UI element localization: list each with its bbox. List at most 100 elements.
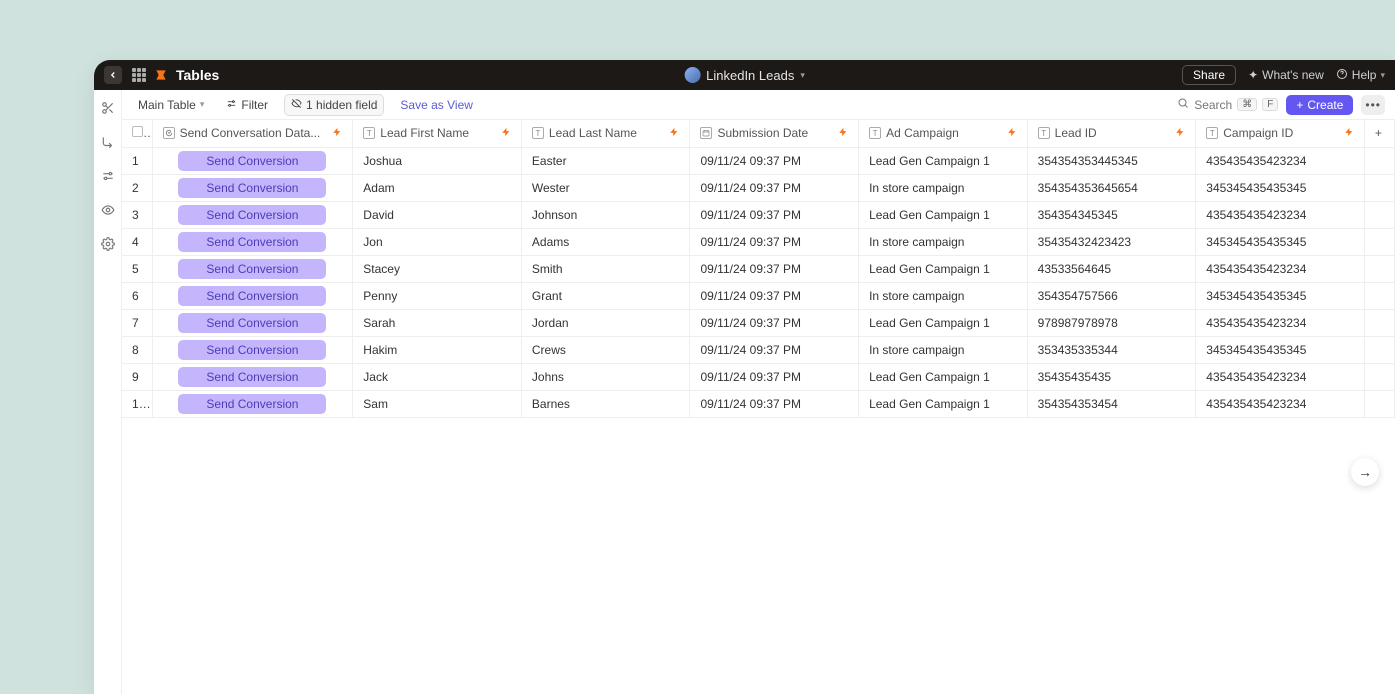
sidebar-arrow-icon[interactable] <box>100 134 116 150</box>
send-conversion-pill[interactable]: Send Conversion <box>178 178 326 198</box>
send-conversion-pill[interactable]: Send Conversion <box>178 205 326 225</box>
campaignid-cell[interactable]: 435435435423234 <box>1196 363 1365 390</box>
column-header[interactable]: Submission Date <box>690 120 859 147</box>
leadid-cell[interactable]: 353435335344 <box>1027 336 1196 363</box>
campaign-cell[interactable]: Lead Gen Campaign 1 <box>859 201 1028 228</box>
date-cell[interactable]: 09/11/24 09:37 PM <box>690 255 859 282</box>
last-name-cell[interactable]: Wester <box>521 174 690 201</box>
date-cell[interactable]: 09/11/24 09:37 PM <box>690 336 859 363</box>
search-box[interactable]: Search ⌘ F <box>1177 97 1278 112</box>
apps-grid-icon[interactable] <box>132 68 146 82</box>
campaignid-cell[interactable]: 345345435435345 <box>1196 336 1365 363</box>
leadid-cell[interactable]: 354354345345 <box>1027 201 1196 228</box>
filter-button[interactable]: Filter <box>220 95 274 115</box>
column-header[interactable]: TAd Campaign <box>859 120 1028 147</box>
table-row[interactable]: 10Send ConversionSamBarnes09/11/24 09:37… <box>122 390 1395 417</box>
last-name-cell[interactable]: Johns <box>521 363 690 390</box>
first-name-cell[interactable]: Jack <box>353 363 522 390</box>
column-header[interactable]: TLead ID <box>1027 120 1196 147</box>
campaign-cell[interactable]: In store campaign <box>859 228 1028 255</box>
campaign-cell[interactable]: Lead Gen Campaign 1 <box>859 363 1028 390</box>
send-conversion-pill[interactable]: Send Conversion <box>178 394 326 414</box>
leadid-cell[interactable]: 354354353454 <box>1027 390 1196 417</box>
campaignid-cell[interactable]: 435435435423234 <box>1196 255 1365 282</box>
campaignid-cell[interactable]: 435435435423234 <box>1196 201 1365 228</box>
table-row[interactable]: 7Send ConversionSarahJordan09/11/24 09:3… <box>122 309 1395 336</box>
share-button[interactable]: Share <box>1182 65 1236 85</box>
date-cell[interactable]: 09/11/24 09:37 PM <box>690 201 859 228</box>
date-cell[interactable]: 09/11/24 09:37 PM <box>690 228 859 255</box>
column-header[interactable]: TLead Last Name <box>521 120 690 147</box>
table-row[interactable]: 3Send ConversionDavidJohnson09/11/24 09:… <box>122 201 1395 228</box>
last-name-cell[interactable]: Grant <box>521 282 690 309</box>
hidden-fields-button[interactable]: 1 hidden field <box>284 94 384 116</box>
campaignid-cell[interactable]: 435435435423234 <box>1196 147 1365 174</box>
first-name-cell[interactable]: Jon <box>353 228 522 255</box>
date-cell[interactable]: 09/11/24 09:37 PM <box>690 147 859 174</box>
send-conversion-pill[interactable]: Send Conversion <box>178 367 326 387</box>
campaignid-cell[interactable]: 345345435435345 <box>1196 174 1365 201</box>
date-cell[interactable]: 09/11/24 09:37 PM <box>690 363 859 390</box>
first-name-cell[interactable]: Stacey <box>353 255 522 282</box>
campaignid-cell[interactable]: 345345435435345 <box>1196 282 1365 309</box>
first-name-cell[interactable]: Penny <box>353 282 522 309</box>
campaignid-cell[interactable]: 345345435435345 <box>1196 228 1365 255</box>
sidebar-eye-icon[interactable] <box>100 202 116 218</box>
table-row[interactable]: 4Send ConversionJonAdams09/11/24 09:37 P… <box>122 228 1395 255</box>
leadid-cell[interactable]: 35435435435 <box>1027 363 1196 390</box>
column-header[interactable]: Send Conversation Data... <box>152 120 353 147</box>
last-name-cell[interactable]: Smith <box>521 255 690 282</box>
scroll-right-button[interactable]: → <box>1351 458 1379 486</box>
send-conversion-pill[interactable]: Send Conversion <box>178 313 326 333</box>
view-selector[interactable]: Main Table ▾ <box>132 95 210 115</box>
first-name-cell[interactable]: Adam <box>353 174 522 201</box>
leadid-cell[interactable]: 354354353645654 <box>1027 174 1196 201</box>
campaign-cell[interactable]: In store campaign <box>859 174 1028 201</box>
send-conversion-pill[interactable]: Send Conversion <box>178 232 326 252</box>
help-link[interactable]: Help ▾ <box>1336 68 1385 83</box>
workspace-title-group[interactable]: LinkedIn Leads ▾ <box>684 67 805 83</box>
date-cell[interactable]: 09/11/24 09:37 PM <box>690 309 859 336</box>
select-all-header[interactable] <box>122 120 152 147</box>
sidebar-gear-icon[interactable] <box>100 236 116 252</box>
last-name-cell[interactable]: Crews <box>521 336 690 363</box>
sidebar-cut-icon[interactable] <box>100 100 116 116</box>
save-as-view-button[interactable]: Save as View <box>394 95 479 115</box>
last-name-cell[interactable]: Easter <box>521 147 690 174</box>
table-row[interactable]: 2Send ConversionAdamWester09/11/24 09:37… <box>122 174 1395 201</box>
leadid-cell[interactable]: 35435432423423 <box>1027 228 1196 255</box>
first-name-cell[interactable]: Sarah <box>353 309 522 336</box>
campaign-cell[interactable]: Lead Gen Campaign 1 <box>859 255 1028 282</box>
leadid-cell[interactable]: 354354757566 <box>1027 282 1196 309</box>
create-button[interactable]: + Create <box>1286 95 1353 115</box>
send-conversion-pill[interactable]: Send Conversion <box>178 340 326 360</box>
last-name-cell[interactable]: Adams <box>521 228 690 255</box>
first-name-cell[interactable]: Hakim <box>353 336 522 363</box>
campaign-cell[interactable]: Lead Gen Campaign 1 <box>859 309 1028 336</box>
campaign-cell[interactable]: In store campaign <box>859 336 1028 363</box>
campaignid-cell[interactable]: 435435435423234 <box>1196 309 1365 336</box>
leadid-cell[interactable]: 978987978978 <box>1027 309 1196 336</box>
date-cell[interactable]: 09/11/24 09:37 PM <box>690 174 859 201</box>
send-conversion-pill[interactable]: Send Conversion <box>178 151 326 171</box>
table-row[interactable]: 5Send ConversionStaceySmith09/11/24 09:3… <box>122 255 1395 282</box>
column-header[interactable]: TLead First Name <box>353 120 522 147</box>
last-name-cell[interactable]: Johnson <box>521 201 690 228</box>
more-menu-button[interactable]: ••• <box>1361 95 1385 115</box>
date-cell[interactable]: 09/11/24 09:37 PM <box>690 390 859 417</box>
table-row[interactable]: 8Send ConversionHakimCrews09/11/24 09:37… <box>122 336 1395 363</box>
checkbox-icon[interactable] <box>132 126 143 137</box>
first-name-cell[interactable]: David <box>353 201 522 228</box>
campaign-cell[interactable]: In store campaign <box>859 282 1028 309</box>
campaign-cell[interactable]: Lead Gen Campaign 1 <box>859 147 1028 174</box>
send-conversion-pill[interactable]: Send Conversion <box>178 286 326 306</box>
last-name-cell[interactable]: Barnes <box>521 390 690 417</box>
table-row[interactable]: 6Send ConversionPennyGrant09/11/24 09:37… <box>122 282 1395 309</box>
table-row[interactable]: 1Send ConversionJoshuaEaster09/11/24 09:… <box>122 147 1395 174</box>
whats-new-link[interactable]: ✦ What's new <box>1248 68 1324 82</box>
leadid-cell[interactable]: 354354353445345 <box>1027 147 1196 174</box>
table-row[interactable]: 9Send ConversionJackJohns09/11/24 09:37 … <box>122 363 1395 390</box>
column-header[interactable]: TCampaign ID <box>1196 120 1365 147</box>
campaign-cell[interactable]: Lead Gen Campaign 1 <box>859 390 1028 417</box>
sidebar-sliders-icon[interactable] <box>100 168 116 184</box>
